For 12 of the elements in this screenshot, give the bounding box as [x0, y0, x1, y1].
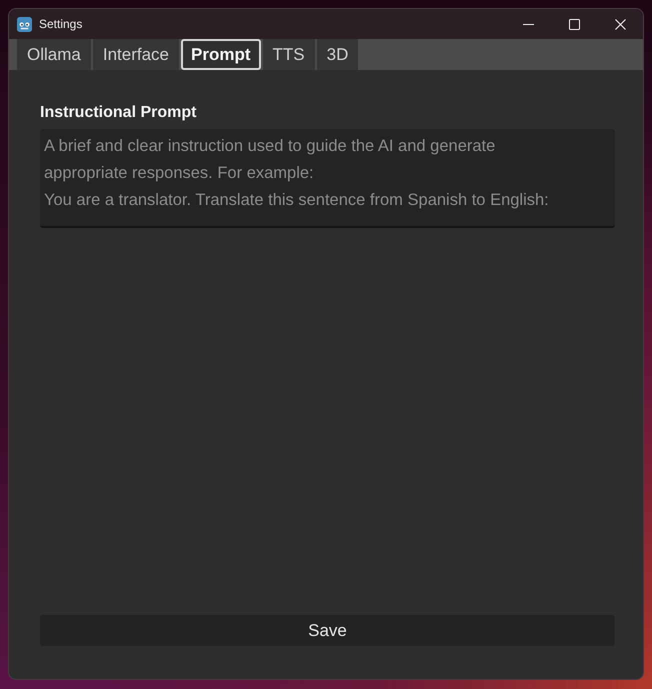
maximize-icon: [568, 18, 580, 30]
robot-app-icon: [17, 16, 32, 32]
window-title: Settings: [39, 17, 84, 31]
tab[interactable]: Prompt: [181, 39, 261, 70]
tab[interactable]: Interface: [92, 39, 180, 70]
prompt-input-field[interactable]: A brief and clear instruction used to guide the AI and generate appropriate responses. For example: You are a translator. Translate this sentence from Spanish to English:: [40, 129, 615, 228]
save-button[interactable]: Save: [40, 615, 615, 646]
tab[interactable]: TTS: [262, 39, 315, 70]
field-label: Instructional Prompt: [40, 104, 198, 122]
tab[interactable]: 3D: [316, 39, 358, 70]
close-icon: [614, 18, 626, 30]
tab[interactable]: Ollama: [17, 39, 91, 70]
